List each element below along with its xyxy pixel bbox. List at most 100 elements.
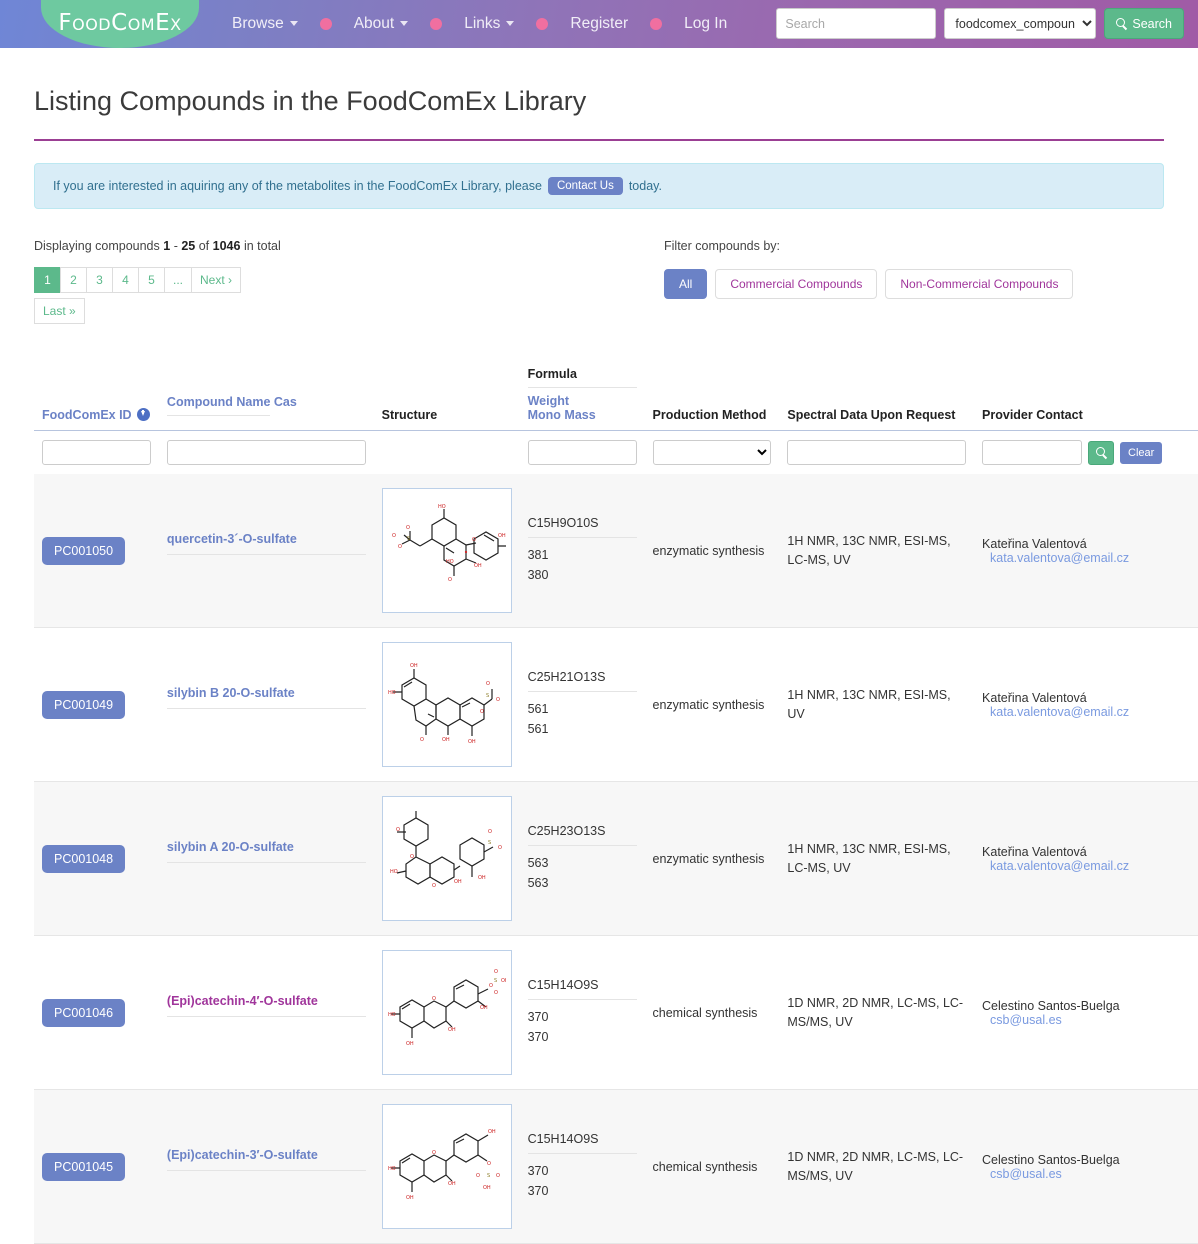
- molecule-structure-icon: HO OH O OH OH O S O O OH: [388, 1129, 500, 1201]
- table-row: PC001050 quercetin-3´-O-sulfate HO O O O…: [34, 474, 1198, 628]
- filter-clear-button[interactable]: Clear: [1120, 441, 1163, 464]
- nav-item-register[interactable]: Register: [570, 15, 628, 33]
- filter-select-production-method[interactable]: [652, 440, 772, 465]
- compound-name-link[interactable]: silybin B 20-O-sulfate: [166, 686, 366, 709]
- cell-formula: C25H23O13S 563 563: [520, 782, 645, 936]
- svg-text:O: O: [398, 544, 402, 550]
- cell-formula: C15H9O10S 381 380: [520, 474, 645, 628]
- svg-text:O: O: [489, 983, 493, 989]
- site-logo-text: FoodComEx: [58, 10, 182, 36]
- svg-text:HO: HO: [446, 559, 454, 565]
- nav-item-browse[interactable]: Browse: [232, 15, 298, 33]
- filter-cell-formula: [520, 431, 645, 475]
- summary-range-start: 1: [163, 239, 171, 253]
- cell-spectral-data: 1H NMR, 13C NMR, ESI-MS, LC-MS, UV: [787, 841, 951, 875]
- svg-text:S: S: [487, 1173, 490, 1179]
- cell-id: PC001045: [34, 1090, 159, 1244]
- structure-thumbnail[interactable]: HO O O O S O OH OH O HO: [381, 488, 512, 613]
- compound-cas: [167, 713, 366, 723]
- table-row: PC001046 (Epi)catechin-4′-O-sulfate HO O…: [34, 936, 1198, 1090]
- filter-button-non-commercial[interactable]: Non-Commercial Compounds: [885, 269, 1074, 299]
- filter-label: Filter compounds by:: [664, 239, 781, 253]
- chevron-down-icon: [400, 21, 409, 27]
- svg-text:OH: OH: [501, 978, 506, 984]
- sort-mono-mass-link[interactable]: Mono Mass: [528, 408, 637, 422]
- structure-thumbnail[interactable]: HO OH O OH OH O S O O OH: [381, 1104, 512, 1229]
- filter-input-provider[interactable]: [982, 440, 1083, 465]
- svg-text:S: S: [488, 840, 491, 846]
- provider-email-link[interactable]: csb@usal.es: [990, 1013, 1194, 1027]
- cell-spectral-data: 1H NMR, 13C NMR, ESI-MS, UV: [787, 687, 951, 721]
- filter-button-commercial[interactable]: Commercial Compounds: [715, 269, 878, 299]
- cell-structure: OH HO O OH OH S O O O: [374, 628, 520, 782]
- pagination-page-2[interactable]: 2: [60, 267, 87, 293]
- compound-id-badge[interactable]: PC001046: [42, 998, 126, 1027]
- compound-name-link[interactable]: silybin A 20-O-sulfate: [166, 840, 366, 863]
- svg-text:O: O: [420, 737, 424, 743]
- filter-input-foodcomex-id[interactable]: [42, 440, 151, 465]
- sort-compound-name-link[interactable]: Compound Name: [166, 395, 271, 416]
- compound-id-badge[interactable]: PC001050: [42, 536, 126, 565]
- svg-text:O: O: [392, 533, 396, 539]
- nav-item-browse-label: Browse: [232, 15, 284, 32]
- filter-input-compound-name[interactable]: [166, 440, 366, 465]
- nav-item-links[interactable]: Links: [464, 15, 515, 33]
- provider-email-link[interactable]: kata.valentova@email.cz: [990, 551, 1194, 565]
- structure-thumbnail[interactable]: HO OH O OH OH O S O O OH: [381, 950, 512, 1075]
- filter-cell-production: [645, 431, 780, 475]
- structure-thumbnail[interactable]: OH HO O OH OH S O O O: [381, 642, 512, 767]
- provider-email-link[interactable]: kata.valentova@email.cz: [990, 705, 1194, 719]
- filter-input-spectral-data[interactable]: [787, 440, 967, 465]
- provider-email-link[interactable]: csb@usal.es: [990, 1167, 1194, 1181]
- provider-name: Celestino Santos-Buelga: [982, 1152, 1120, 1167]
- cell-name: (Epi)catechin-4′-O-sulfate: [159, 936, 374, 1090]
- header-foodcomex-id-label: FoodComEx ID: [42, 408, 132, 422]
- filter-cell-id: [34, 431, 159, 475]
- filter-cell-structure: [374, 431, 520, 475]
- filter-button-all[interactable]: All: [664, 269, 708, 299]
- svg-text:O: O: [406, 525, 410, 531]
- compound-id-badge[interactable]: PC001048: [42, 844, 126, 873]
- filter-input-formula[interactable]: [527, 440, 637, 465]
- pagination-page-3[interactable]: 3: [86, 267, 113, 293]
- pagination-next[interactable]: Next ›: [191, 267, 242, 293]
- pagination-last[interactable]: Last »: [34, 298, 85, 324]
- compound-name-link[interactable]: (Epi)catechin-4′-O-sulfate: [166, 994, 366, 1017]
- sort-weight-link[interactable]: Weight: [528, 394, 637, 408]
- site-logo[interactable]: FoodComEx: [41, 0, 199, 48]
- nav-item-about[interactable]: About: [354, 15, 409, 33]
- provider-email-link[interactable]: kata.valentova@email.cz: [990, 859, 1194, 873]
- sort-descending-icon[interactable]: [136, 408, 150, 421]
- contact-us-button[interactable]: Contact Us: [547, 177, 623, 195]
- compound-name-link[interactable]: (Epi)catechin-3′-O-sulfate: [166, 1148, 366, 1171]
- compound-id-badge[interactable]: PC001049: [42, 690, 126, 719]
- structure-thumbnail[interactable]: O HO O O OH S O O OH: [381, 796, 512, 921]
- navbar-search-group: foodcomex_compounds Search: [776, 8, 1184, 39]
- svg-text:HO: HO: [388, 690, 396, 696]
- header-production-method: Production Method: [644, 367, 780, 431]
- molecule-structure-icon: HO OH O OH OH O S O O OH: [388, 969, 506, 1047]
- header-formula-label: Formula: [527, 367, 637, 388]
- pagination-page-4[interactable]: 4: [112, 267, 139, 293]
- pagination-page-1[interactable]: 1: [34, 267, 61, 293]
- filter-cell-provider: Clear: [974, 431, 1198, 475]
- provider-name: Kateřina Valentová: [982, 844, 1087, 859]
- search-button[interactable]: Search: [1104, 8, 1184, 39]
- compound-name-link[interactable]: quercetin-3´-O-sulfate: [166, 532, 366, 555]
- compound-weight: 563: [527, 856, 549, 871]
- table-filter-body: Clear: [34, 431, 1198, 475]
- svg-text:O: O: [432, 1150, 436, 1156]
- sort-foodcomex-id-link[interactable]: FoodComEx ID: [42, 408, 132, 422]
- search-database-select[interactable]: foodcomex_compounds: [944, 8, 1097, 39]
- nav-item-login[interactable]: Log In: [684, 15, 727, 33]
- pagination-page-5[interactable]: 5: [138, 267, 165, 293]
- filter-search-button[interactable]: [1088, 440, 1115, 465]
- compound-id-badge[interactable]: PC001045: [42, 1152, 126, 1181]
- svg-text:OH: OH: [406, 1041, 414, 1047]
- svg-text:O: O: [498, 845, 502, 851]
- cell-name: silybin A 20-O-sulfate: [159, 782, 374, 936]
- molecule-structure-icon: OH HO O OH OH S O O O: [388, 663, 500, 745]
- search-input[interactable]: [776, 8, 937, 39]
- sort-cas-link[interactable]: Cas: [274, 395, 297, 409]
- search-button-label: Search: [1132, 16, 1172, 31]
